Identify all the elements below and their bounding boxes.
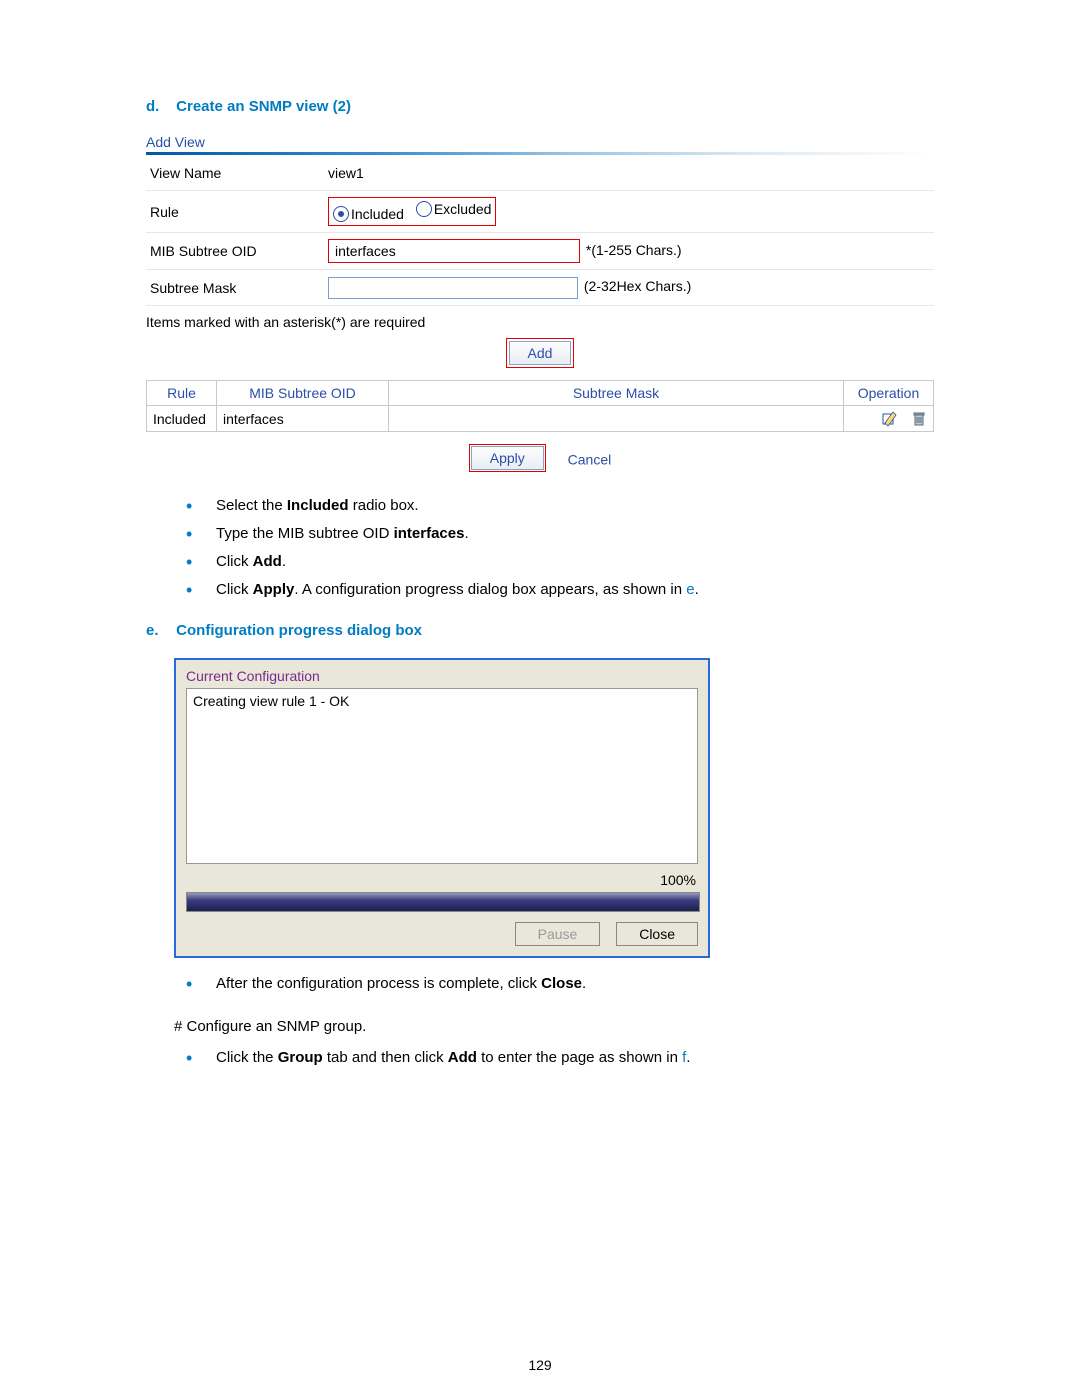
rules-header-operation: Operation [844,381,934,406]
rule-label: Rule [146,191,324,233]
rule-excluded-text: Excluded [434,201,492,217]
radio-selected-icon [333,206,349,222]
cancel-button[interactable]: Cancel [568,452,612,468]
list-item: Type the MIB subtree OID interfaces. [186,520,934,548]
mib-input[interactable] [329,240,579,262]
mib-highlight [328,239,580,263]
step-e-instructions: After the configuration process is compl… [186,970,934,998]
step-d-label: d. [146,96,172,118]
step-d-instructions: Select the Included radio box. Type the … [186,492,934,604]
view-name-label: View Name [146,155,324,191]
apply-cancel-row: Apply Cancel [146,444,934,472]
rules-cell-mib: interfaces [217,406,389,432]
rules-row: Included interfaces [147,406,934,432]
progress-log [186,688,698,864]
page-number: 129 [0,1357,1080,1373]
list-item: Click Add. [186,548,934,576]
required-note: Items marked with an asterisk(*) are req… [146,314,934,330]
mask-hint: (2-32Hex Chars.) [582,278,691,294]
fields-table: View Name view1 Rule Included Excluded [146,155,934,306]
group-note: # Configure an SNMP group. [174,1014,934,1040]
rules-header-row: Rule MIB Subtree OID Subtree Mask Operat… [147,381,934,406]
step-e-label: e. [146,620,172,642]
rules-cell-ops [844,406,934,432]
progress-bar [186,892,700,912]
rules-table: Rule MIB Subtree OID Subtree Mask Operat… [146,380,934,432]
step-d-heading: d. Create an SNMP view (2) [146,96,934,118]
step-f-instructions: Click the Group tab and then click Add t… [186,1044,934,1072]
progress-percent: 100% [188,872,696,888]
step-e-heading: e. Configuration progress dialog box [146,620,934,642]
rule-included-radio[interactable]: Included [329,203,408,225]
rule-excluded-radio[interactable]: Excluded [412,198,496,220]
step-e-title: Configuration progress dialog box [176,622,422,639]
add-highlight: Add [506,338,575,368]
add-button[interactable]: Add [509,341,572,365]
rules-cell-mask [389,406,844,432]
step-d-title: Create an SNMP view (2) [176,98,351,115]
rules-header-rule: Rule [147,381,217,406]
rules-header-mib: MIB Subtree OID [217,381,389,406]
mib-hint: *(1-255 Chars.) [584,242,682,258]
rules-header-mask: Subtree Mask [389,381,844,406]
apply-highlight: Apply [469,444,546,472]
rules-cell-rule: Included [147,406,217,432]
mib-label: MIB Subtree OID [146,233,324,270]
rule-included-text: Included [351,206,404,222]
snmp-add-view-panel: Add View View Name view1 Rule Included [146,134,934,472]
edit-icon[interactable] [881,411,897,427]
progress-dialog: Current Configuration 100% Pause Close [174,658,710,958]
panel-title: Add View [146,134,934,150]
mask-input[interactable] [328,277,578,299]
radio-unselected-icon [416,201,432,217]
pause-button: Pause [515,922,601,946]
mask-label: Subtree Mask [146,270,324,306]
list-item: After the configuration process is compl… [186,970,934,998]
trash-icon[interactable] [911,411,927,427]
list-item: Select the Included radio box. [186,492,934,520]
view-name-value: view1 [324,155,934,191]
list-item: Click Apply. A configuration progress di… [186,576,934,604]
list-item: Click the Group tab and then click Add t… [186,1044,934,1072]
rule-highlight: Included Excluded [328,197,496,226]
progress-title: Current Configuration [186,668,698,684]
apply-button[interactable]: Apply [471,446,544,470]
close-button[interactable]: Close [616,922,698,946]
